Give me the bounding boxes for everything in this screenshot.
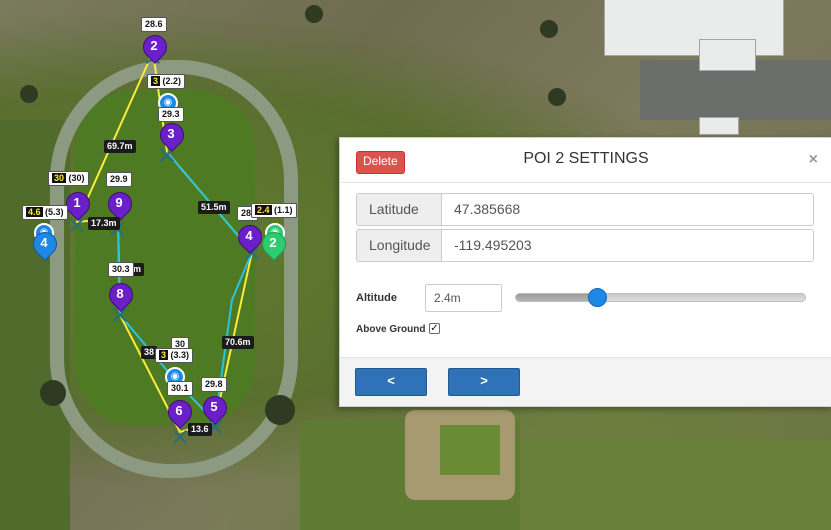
poi-marker[interactable]: 4 bbox=[28, 227, 62, 262]
dialog-footer: < > bbox=[340, 357, 831, 406]
waypoint-number: 1 bbox=[73, 195, 81, 210]
distance-label: 69.7m bbox=[104, 140, 136, 153]
latitude-field[interactable]: 47.385668 bbox=[441, 193, 814, 226]
distance-label: 51.5m bbox=[198, 201, 230, 214]
poi-marker-selected[interactable]: 2 bbox=[257, 227, 291, 262]
altitude-label: 2.4 (1.1) bbox=[251, 203, 297, 218]
above-ground-checkbox[interactable]: ✓ bbox=[429, 323, 440, 334]
altitude-label: 29.9 bbox=[106, 172, 132, 187]
distance-label: 17.3m bbox=[88, 217, 120, 230]
waypoint-marker[interactable]: 8 bbox=[104, 278, 138, 313]
altitude-slider-fill bbox=[516, 294, 597, 301]
waypoint-marker[interactable]: 1 bbox=[61, 187, 95, 222]
waypoint-number: 3 bbox=[167, 126, 175, 141]
waypoint-number: 5 bbox=[210, 399, 218, 414]
waypoint-marker[interactable]: 5 bbox=[198, 391, 232, 426]
longitude-label: Longitude bbox=[356, 229, 441, 262]
heading-marker bbox=[173, 430, 187, 444]
dialog-header: Delete POI 2 SETTINGS × bbox=[340, 138, 831, 183]
altitude-label: 29.8 bbox=[201, 377, 227, 392]
above-ground-label: Above Ground bbox=[356, 324, 426, 335]
distance-label: 70.6m bbox=[222, 336, 254, 349]
waypoint-marker[interactable]: 3 bbox=[155, 118, 189, 153]
waypoint-number: 2 bbox=[150, 38, 158, 53]
altitude-label: 3 (2.2) bbox=[147, 74, 186, 89]
altitude-label: 28.6 bbox=[141, 17, 167, 32]
dialog-title: POI 2 SETTINGS bbox=[523, 150, 649, 167]
altitude-slider-handle[interactable] bbox=[587, 288, 607, 307]
altitude-label: 4.6 (5.3) bbox=[22, 205, 68, 220]
poi-number: 2 bbox=[269, 235, 277, 250]
altitude-slider[interactable] bbox=[515, 288, 806, 307]
latitude-row: Latitude 47.385668 bbox=[356, 193, 814, 226]
close-icon[interactable]: × bbox=[809, 151, 818, 169]
waypoint-number: 8 bbox=[116, 286, 124, 301]
next-button[interactable]: > bbox=[448, 368, 520, 396]
altitude-label: Altitude bbox=[356, 292, 397, 304]
waypoint-number: 9 bbox=[115, 195, 123, 210]
altitude-label: 3 (3.3) bbox=[155, 348, 194, 363]
longitude-field[interactable]: -119.495203 bbox=[441, 229, 814, 262]
waypoint-number: 4 bbox=[245, 228, 253, 243]
altitude-label: 29.3 bbox=[158, 107, 184, 122]
waypoint-marker[interactable]: 6 bbox=[163, 395, 197, 430]
waypoint-marker[interactable]: 4 bbox=[233, 220, 267, 255]
longitude-row: Longitude -119.495203 bbox=[356, 229, 814, 262]
poi-number: 4 bbox=[40, 235, 48, 250]
previous-button[interactable]: < bbox=[355, 368, 427, 396]
latitude-label: Latitude bbox=[356, 193, 441, 226]
waypoint-marker[interactable]: 2 bbox=[138, 30, 172, 65]
poi-settings-dialog: Delete POI 2 SETTINGS × Latitude 47.3856… bbox=[339, 137, 831, 407]
altitude-label: 30.1 bbox=[167, 381, 193, 396]
waypoint-number: 6 bbox=[175, 403, 183, 418]
altitude-label: 30 (30) bbox=[48, 171, 89, 186]
altitude-label: 30.3 bbox=[108, 262, 134, 277]
distance-label: 13.6 bbox=[188, 423, 212, 436]
altitude-field[interactable]: 2.4m bbox=[425, 284, 502, 312]
